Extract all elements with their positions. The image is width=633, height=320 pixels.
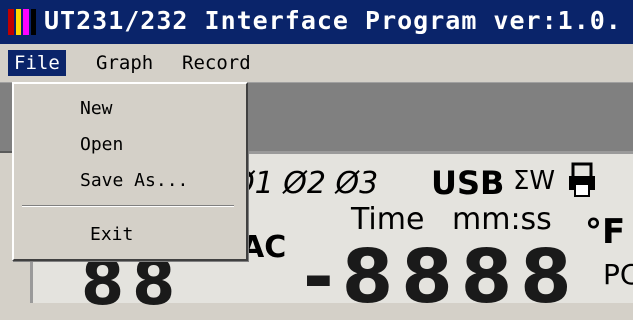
menu-item-save-as[interactable]: Save As... <box>14 166 312 196</box>
printer-icon <box>565 162 605 198</box>
title-bar: UT231/232 Interface Program ver:1.0. <box>0 0 633 44</box>
temp-unit: °F <box>585 212 626 252</box>
time-label: Time <box>351 202 425 237</box>
main-digits: -8888 <box>303 234 580 320</box>
menu-item-exit[interactable]: Exit <box>14 220 322 250</box>
file-menu-dropdown: New Open Save As... Exit <box>12 82 248 261</box>
usb-indicator: USB <box>431 164 505 202</box>
menu-record[interactable]: Record <box>176 50 257 76</box>
sigma-indicator: ΣW <box>513 166 556 196</box>
app-icon <box>8 9 36 35</box>
menu-separator <box>22 205 234 207</box>
menu-item-open[interactable]: Open <box>14 130 312 160</box>
menu-file[interactable]: File <box>8 50 66 76</box>
menu-item-new[interactable]: New <box>14 94 312 124</box>
menu-graph[interactable]: Graph <box>90 50 159 76</box>
window-title: UT231/232 Interface Program ver:1.0. <box>44 6 622 35</box>
power-factor-label: PC <box>603 258 633 291</box>
menu-bar: File Graph Record <box>0 44 633 83</box>
time-unit-label: mm:ss <box>452 202 552 237</box>
